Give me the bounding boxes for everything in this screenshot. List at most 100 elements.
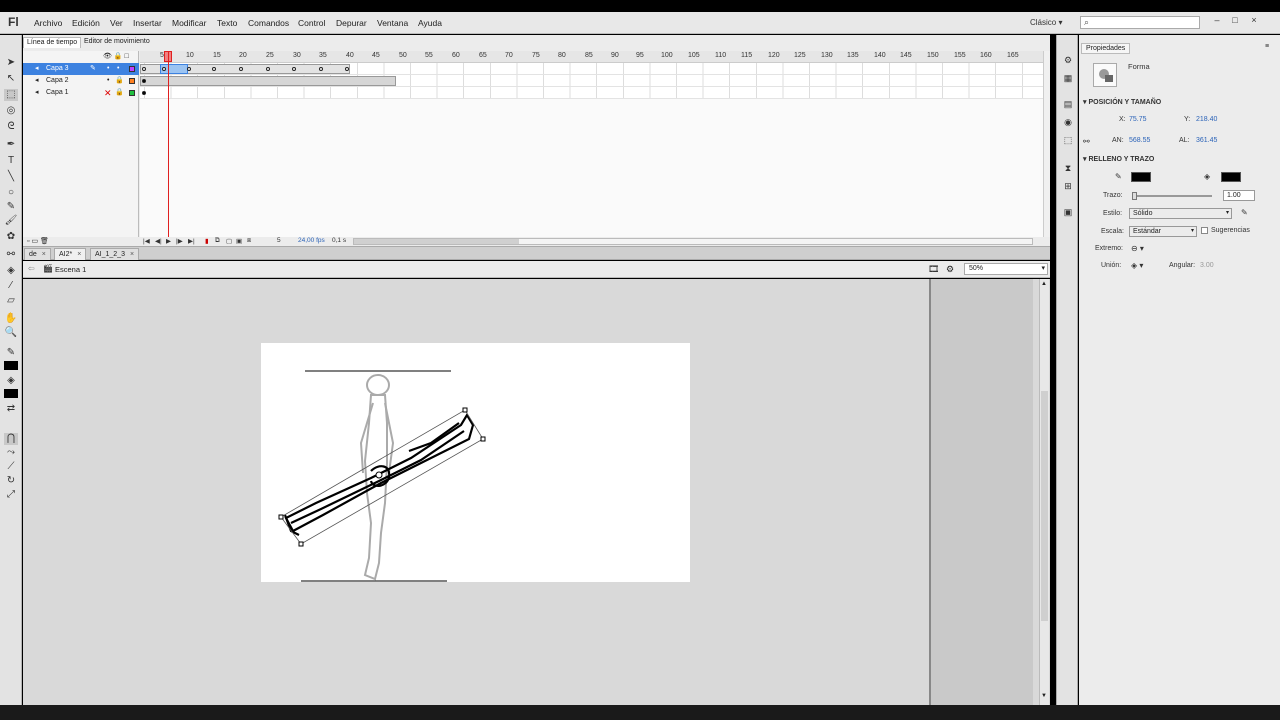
lasso-tool-icon[interactable]: ᘓ	[4, 121, 18, 133]
visible-dot-icon[interactable]: •	[107, 75, 109, 87]
doc-tab-ai-1-2-3[interactable]: AI_1_2_3 ×	[90, 248, 140, 260]
doc-tab-de[interactable]: de ×	[24, 248, 51, 260]
bone-tool-icon[interactable]: ⚯	[4, 249, 18, 261]
close-tab-icon[interactable]: ×	[77, 251, 81, 258]
motion-presets-icon[interactable]: ⊞	[1061, 181, 1075, 193]
keyframe[interactable]	[239, 67, 243, 71]
close-button[interactable]: ×	[1247, 15, 1261, 29]
layer-row-capa-3[interactable]: ◂ Capa 3 ✎ • •	[23, 63, 139, 75]
components-icon[interactable]: ⧗	[1061, 163, 1075, 175]
back-arrow-icon[interactable]: ⇦	[28, 264, 35, 273]
minimize-button[interactable]: –	[1210, 15, 1224, 29]
lock-icon[interactable]: 🔒	[115, 75, 124, 87]
link-icon[interactable]: ⚯	[1083, 137, 1090, 146]
edit-scene-icon[interactable]: 🎞	[928, 264, 939, 275]
layer-color-swatch[interactable]	[129, 90, 135, 96]
pen-tool-icon[interactable]: ✒	[4, 139, 18, 151]
scene-name[interactable]: Escena 1	[55, 265, 86, 274]
fill-color-swatch[interactable]	[1221, 172, 1241, 182]
keyframe[interactable]	[142, 67, 146, 71]
x-value[interactable]: 75.75	[1129, 116, 1147, 123]
paint-bucket-icon[interactable]: ◈	[4, 265, 18, 277]
stroke-color-icon[interactable]: ✎	[4, 347, 18, 359]
style-select[interactable]: Sólido ▾	[1129, 208, 1232, 219]
width-value[interactable]: 568.55	[1129, 137, 1150, 144]
menu-ventana[interactable]: Ventana	[377, 18, 408, 28]
text-tool-icon[interactable]: T	[4, 155, 18, 167]
menu-texto[interactable]: Texto	[217, 18, 237, 28]
snap-icon[interactable]: ⋂	[4, 433, 18, 445]
timeline-vscroll[interactable]	[1043, 51, 1050, 237]
scroll-up-icon[interactable]: ▲	[1041, 281, 1047, 287]
actions-icon[interactable]: ▣	[1061, 207, 1075, 219]
color-icon[interactable]: ◉	[1061, 117, 1075, 129]
layer-color-swatch[interactable]	[129, 66, 135, 72]
frame-row-capa-3[interactable]	[140, 63, 1043, 75]
tab-properties[interactable]: Propiedades	[1081, 43, 1131, 54]
deco-tool-icon[interactable]: ✿	[4, 231, 18, 243]
menu-edicion[interactable]: Edición	[72, 18, 100, 28]
frame-span[interactable]	[140, 76, 396, 86]
free-transform-tool-icon[interactable]: ⬚	[4, 89, 18, 101]
section-position-size[interactable]: ▾ POSICIÓN Y TAMAÑO	[1083, 98, 1161, 106]
smooth-icon[interactable]: ⤳	[4, 447, 18, 459]
zoom-select[interactable]: 50% ▾	[964, 263, 1048, 275]
scroll-down-icon[interactable]: ▼	[1041, 693, 1047, 699]
keyframe[interactable]	[266, 67, 270, 71]
menu-ayuda[interactable]: Ayuda	[418, 18, 442, 28]
tab-timeline[interactable]: Línea de tiempo	[23, 37, 82, 48]
hand-tool-icon[interactable]: ✋	[4, 313, 18, 325]
rotate-skew-icon[interactable]: ↻	[4, 475, 18, 487]
join-select[interactable]: ◈ ▾	[1131, 261, 1143, 270]
scroll-thumb[interactable]	[354, 239, 519, 244]
step-back-icon[interactable]: ◀|	[155, 237, 162, 245]
edit-symbol-icon[interactable]: ⚙	[946, 264, 954, 275]
loop-icon[interactable]: ▮	[205, 237, 209, 245]
brush-tool-icon[interactable]: 🖌	[4, 215, 18, 227]
stage-canvas[interactable]	[261, 343, 690, 582]
hidden-x-icon[interactable]: ✕	[104, 87, 112, 99]
layer-color-swatch[interactable]	[129, 78, 135, 84]
layer-row-capa-2[interactable]: ◂ Capa 2 • 🔒	[23, 75, 139, 87]
search-input[interactable]: ⌕	[1080, 16, 1200, 29]
go-last-icon[interactable]: ▶|	[188, 237, 195, 245]
subselection-tool-icon[interactable]: ↖	[4, 73, 18, 85]
stroke-color-swatch[interactable]	[1131, 172, 1151, 182]
menu-insertar[interactable]: Insertar	[133, 18, 162, 28]
lock-dot-icon[interactable]: •	[117, 63, 119, 75]
pencil-tool-icon[interactable]: ✎	[4, 201, 18, 213]
lock-icon[interactable]: 🔒	[115, 87, 124, 99]
y-value[interactable]: 218.40	[1196, 116, 1217, 123]
go-first-icon[interactable]: |◀	[143, 237, 150, 245]
keyframe[interactable]	[142, 79, 146, 83]
straighten-icon[interactable]: ⟋	[4, 461, 18, 473]
menu-modificar[interactable]: Modificar	[172, 18, 206, 28]
3d-rotation-tool-icon[interactable]: ◎	[4, 105, 18, 117]
close-tab-icon[interactable]: ×	[130, 251, 134, 258]
library-icon[interactable]: ⚙	[1061, 55, 1075, 67]
onion-skin-icon[interactable]: ⧉	[215, 237, 220, 245]
height-value[interactable]: 361.45	[1196, 137, 1217, 144]
eye-icon[interactable]: 👁	[103, 53, 112, 60]
keyframe[interactable]	[162, 67, 166, 71]
play-icon[interactable]: ▶	[166, 237, 171, 245]
stage-drawing[interactable]	[261, 343, 690, 582]
zoom-tool-icon[interactable]: 🔍	[4, 327, 18, 339]
scale-icon[interactable]: ⤢	[4, 489, 18, 501]
frame-row-capa-1[interactable]	[140, 87, 1043, 99]
menu-control[interactable]: Control	[298, 18, 325, 28]
hints-checkbox[interactable]	[1201, 227, 1208, 234]
onion-outline-icon[interactable]: ▢	[226, 237, 232, 245]
maximize-button[interactable]: □	[1228, 15, 1242, 29]
scroll-thumb[interactable]	[1041, 391, 1048, 621]
stroke-color-swatch[interactable]	[4, 361, 18, 370]
stage-area[interactable]: ▲ ▼	[23, 279, 1050, 705]
panel-menu-icon[interactable]: ≡	[1265, 43, 1269, 50]
menu-ver[interactable]: Ver	[110, 18, 123, 28]
keyframe[interactable]	[345, 67, 349, 71]
frame-ruler[interactable]: 5 10 15 20 25 30 35 40 45 50 55 60 65 70…	[140, 51, 1043, 63]
swap-colors-icon[interactable]: ⇄	[4, 403, 18, 415]
stage-vscroll[interactable]: ▲ ▼	[1039, 279, 1049, 705]
menu-archivo[interactable]: Archivo	[34, 18, 62, 28]
lock-icon[interactable]: 🔒	[114, 53, 123, 60]
